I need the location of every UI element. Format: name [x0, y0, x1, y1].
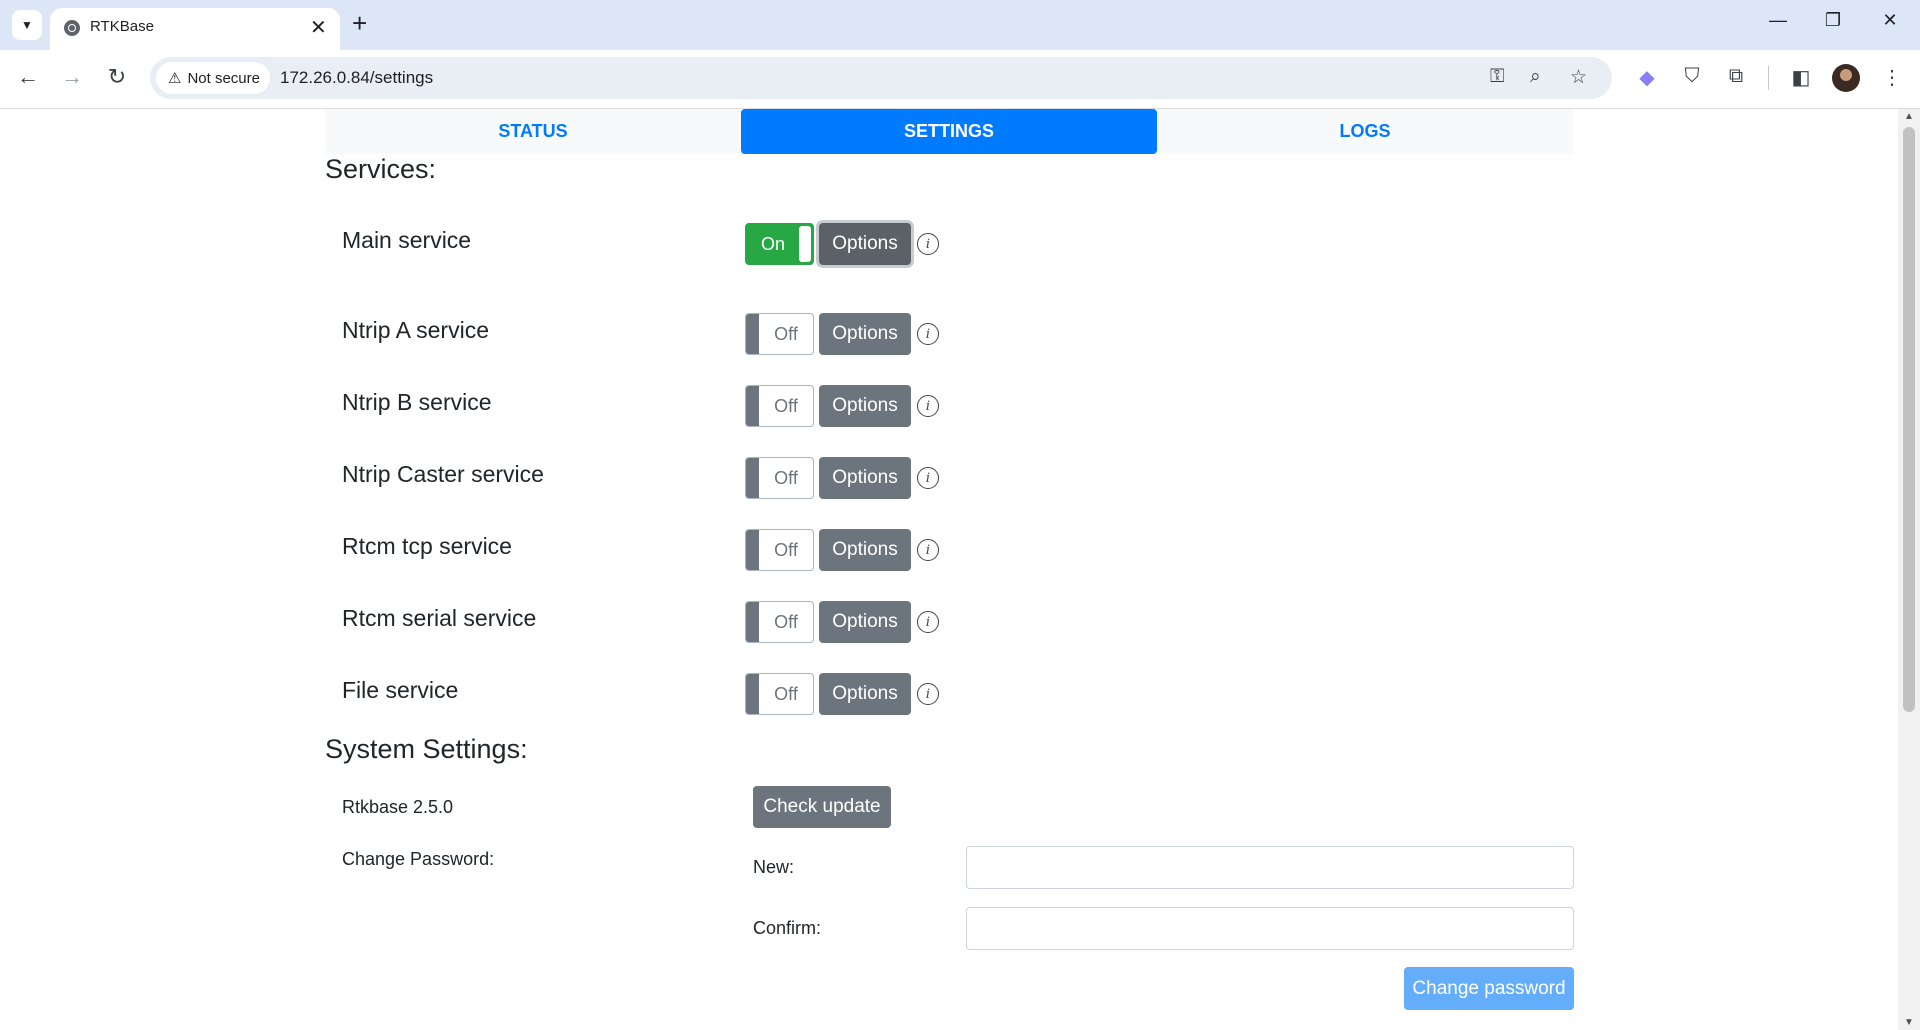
tab-title: RTKBase	[90, 18, 154, 35]
file-service-options-button[interactable]: Options	[819, 673, 911, 715]
service-label-ntrip-a: Ntrip A service	[342, 317, 489, 343]
services-heading: Services:	[325, 154, 437, 184]
security-label: Not secure	[187, 69, 260, 87]
main-nav: STATUS SETTINGS LOGS	[325, 109, 1573, 154]
toggle-knob	[799, 226, 811, 262]
url-text[interactable]: 172.26.0.84/settings	[280, 68, 433, 88]
browser-tab-strip: ▼ RTKBase ✕ + — ❐ ✕	[0, 0, 1920, 50]
scroll-up-arrow-icon[interactable]: ▲	[1904, 111, 1914, 122]
info-icon[interactable]: i	[917, 683, 939, 705]
extension-bird-icon[interactable]: ◆	[1633, 65, 1661, 90]
forward-icon[interactable]: →	[57, 64, 87, 90]
back-icon[interactable]: ←	[13, 64, 43, 90]
ntrip-b-options-button[interactable]: Options	[819, 385, 911, 427]
side-panel-icon[interactable]: ◧	[1787, 65, 1815, 90]
change-password-button[interactable]: Change password	[1404, 967, 1574, 1010]
scroll-down-arrow-icon[interactable]: ▼	[1904, 1017, 1914, 1028]
shield-icon[interactable]: ⛉	[1678, 65, 1706, 88]
toggle-state: Off	[774, 395, 798, 416]
ntrip-a-options-button[interactable]: Options	[819, 313, 911, 355]
main-service-options-button[interactable]: Options	[819, 223, 911, 265]
version-label: Rtkbase 2.5.0	[342, 797, 454, 817]
toggle-knob	[746, 602, 759, 642]
toggle-knob	[746, 386, 759, 426]
new-password-input[interactable]	[966, 846, 1574, 889]
menu-dots-icon[interactable]: ⋮	[1878, 65, 1906, 90]
key-icon[interactable]: ⚿	[1490, 66, 1504, 88]
toggle-knob	[746, 674, 759, 714]
change-password-label: Change Password:	[342, 849, 495, 869]
info-icon[interactable]: i	[917, 395, 939, 417]
file-service-toggle[interactable]: Off	[745, 673, 814, 715]
restore-button[interactable]: ❐	[1813, 10, 1853, 31]
toggle-knob	[746, 458, 759, 498]
ntrip-b-service-toggle[interactable]: Off	[745, 385, 814, 427]
security-chip[interactable]: ⚠ Not secure	[156, 62, 270, 94]
service-label-ntrip-caster: Ntrip Caster service	[342, 461, 544, 487]
toggle-state: On	[760, 233, 785, 254]
service-label-rtcm-tcp: Rtcm tcp service	[342, 533, 512, 559]
service-label-main: Main service	[342, 227, 472, 253]
confirm-password-input[interactable]	[966, 907, 1574, 950]
tab-settings[interactable]: SETTINGS	[741, 109, 1157, 154]
rtcm-tcp-options-button[interactable]: Options	[819, 529, 911, 571]
info-icon[interactable]: i	[917, 539, 939, 561]
warning-icon: ⚠	[168, 70, 182, 87]
rtcm-serial-options-button[interactable]: Options	[819, 601, 911, 643]
new-password-label: New:	[753, 857, 795, 877]
info-icon[interactable]: i	[917, 323, 939, 345]
service-label-rtcm-serial: Rtcm serial service	[342, 605, 537, 631]
page-scrollbar[interactable]: ▲ ▼	[1898, 109, 1920, 1030]
avatar[interactable]	[1832, 64, 1860, 92]
scrollbar-thumb[interactable]	[1903, 127, 1915, 712]
toggle-state: Off	[774, 539, 798, 560]
globe-favicon-icon	[64, 20, 80, 36]
toggle-state: Off	[774, 323, 798, 344]
toggle-state: Off	[774, 467, 798, 488]
service-label-ntrip-b: Ntrip B service	[342, 389, 492, 415]
toolbar-divider	[1768, 66, 1769, 90]
info-icon[interactable]: i	[917, 467, 939, 489]
check-update-button[interactable]: Check update	[753, 786, 891, 828]
close-window-button[interactable]: ✕	[1870, 10, 1910, 31]
confirm-password-label: Confirm:	[753, 918, 822, 938]
puzzle-icon[interactable]: ⧉	[1722, 65, 1750, 88]
info-icon[interactable]: i	[917, 233, 939, 255]
toggle-knob	[746, 314, 759, 354]
new-tab-button[interactable]: +	[352, 8, 367, 38]
tab-status[interactable]: STATUS	[325, 109, 741, 154]
main-service-toggle[interactable]: On	[745, 223, 814, 265]
ntrip-caster-service-toggle[interactable]: Off	[745, 457, 814, 499]
rtcm-tcp-service-toggle[interactable]: Off	[745, 529, 814, 571]
address-bar[interactable]: ⚠ Not secure 172.26.0.84/settings ⚿ ⌕ ☆	[150, 57, 1612, 99]
close-tab-icon[interactable]: ✕	[310, 15, 327, 40]
zoom-icon[interactable]: ⌕	[1530, 66, 1541, 88]
system-settings-heading: System Settings:	[325, 734, 528, 764]
minimize-button[interactable]: —	[1758, 10, 1798, 31]
tab-search-button[interactable]: ▼	[12, 10, 42, 40]
toggle-knob	[746, 530, 759, 570]
toggle-state: Off	[774, 611, 798, 632]
service-label-file: File service	[342, 677, 459, 703]
rtcm-serial-service-toggle[interactable]: Off	[745, 601, 814, 643]
browser-toolbar: ← → ↻ ⚠ Not secure 172.26.0.84/settings …	[0, 50, 1920, 109]
chevron-down-icon: ▼	[21, 18, 33, 32]
ntrip-caster-options-button[interactable]: Options	[819, 457, 911, 499]
info-icon[interactable]: i	[917, 611, 939, 633]
star-icon[interactable]: ☆	[1570, 66, 1587, 89]
reload-icon[interactable]: ↻	[102, 64, 132, 90]
browser-tab[interactable]: RTKBase ✕	[50, 8, 340, 50]
tab-logs[interactable]: LOGS	[1157, 109, 1573, 154]
toggle-state: Off	[774, 683, 798, 704]
ntrip-a-service-toggle[interactable]: Off	[745, 313, 814, 355]
page-viewport: STATUS SETTINGS LOGS Services: Main serv…	[0, 109, 1898, 1030]
